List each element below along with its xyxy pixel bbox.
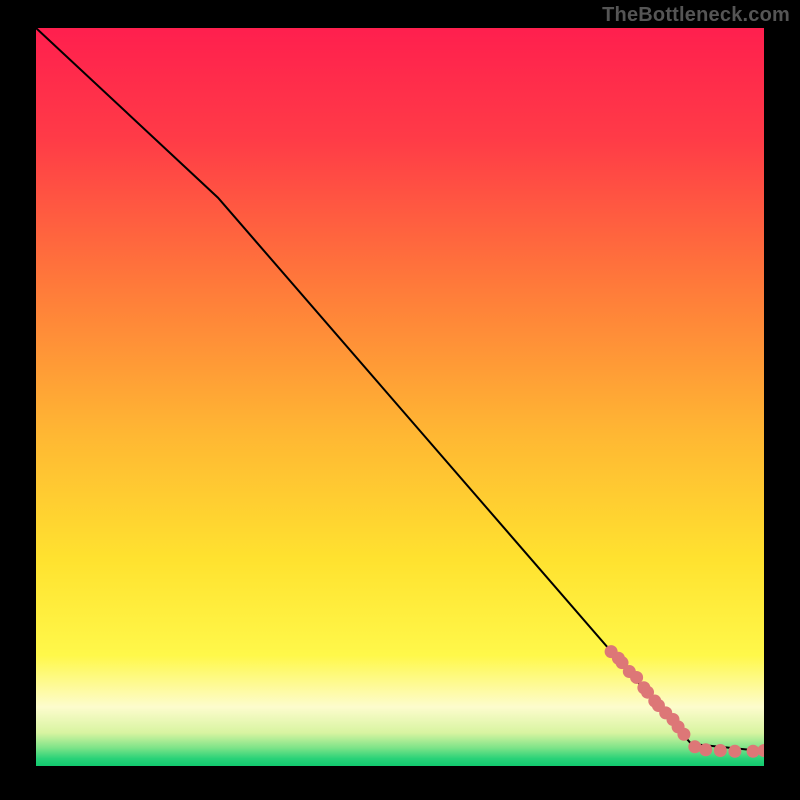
marker-point	[677, 728, 690, 741]
marker-point	[699, 743, 712, 756]
marker-point	[714, 744, 727, 757]
marker-point	[688, 740, 701, 753]
gradient-background	[36, 28, 764, 766]
plot-area	[36, 28, 764, 766]
chart-frame: TheBottleneck.com	[0, 0, 800, 800]
watermark-text: TheBottleneck.com	[602, 4, 790, 27]
marker-point	[728, 745, 741, 758]
chart-svg	[36, 28, 764, 766]
